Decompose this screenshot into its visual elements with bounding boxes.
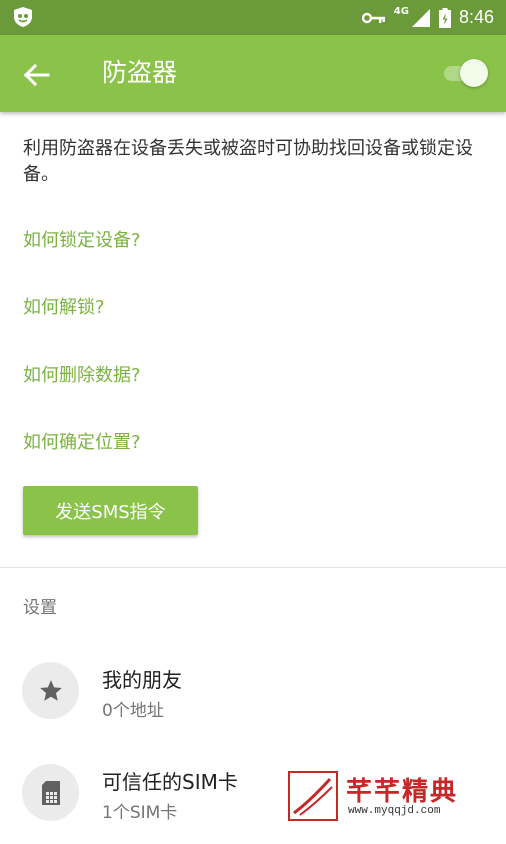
link-how-to-locate[interactable]: 如何确定位置? xyxy=(23,431,141,455)
status-icons: 4G 8:46 xyxy=(361,0,494,35)
link-how-to-wipe[interactable]: 如何删除数据? xyxy=(23,364,141,388)
toggle-thumb xyxy=(460,59,488,87)
page-title: 防盗器 xyxy=(102,58,178,87)
arrow-back-icon xyxy=(23,63,50,87)
clock: 8:46 xyxy=(458,7,494,27)
watermark-logo xyxy=(288,771,338,821)
item-title: 我的朋友 xyxy=(102,668,182,692)
sim-card-icon xyxy=(41,780,60,805)
settings-item-my-friends[interactable]: 我的朋友 0个地址 xyxy=(0,662,506,742)
item-title: 可信任的SIM卡 xyxy=(102,770,238,794)
watermark-title: 芊芊精典 xyxy=(346,777,459,807)
send-sms-command-button[interactable]: 发送SMS指令 xyxy=(23,486,198,535)
settings-section-label: 设置 xyxy=(23,598,57,618)
item-subtitle: 0个地址 xyxy=(102,701,164,721)
app-shield-icon xyxy=(14,7,32,27)
item-subtitle: 1个SIM卡 xyxy=(102,803,178,823)
status-bar: 4G 8:46 xyxy=(0,0,506,35)
network-type: 4G xyxy=(393,6,409,17)
section-divider xyxy=(0,567,506,568)
battery-icon xyxy=(438,7,451,28)
signal-icon xyxy=(411,8,430,27)
item-icon-circle xyxy=(22,764,79,821)
vpn-key-icon xyxy=(361,12,385,23)
link-how-to-lock[interactable]: 如何锁定设备? xyxy=(23,229,141,253)
back-button[interactable] xyxy=(14,53,58,97)
link-how-to-unlock[interactable]: 如何解锁? xyxy=(23,296,105,320)
watermark-url: www.myqqjd.com xyxy=(348,805,441,817)
item-icon-circle xyxy=(22,662,79,719)
anti-theft-toggle[interactable] xyxy=(442,59,490,87)
description-text: 利用防盗器在设备丢失或被盗时可协助找回设备或锁定设备。 xyxy=(23,138,473,185)
app-bar: 防盗器 xyxy=(0,35,506,112)
watermark: 芊芊精典 www.myqqjd.com xyxy=(288,771,498,823)
star-icon xyxy=(39,679,62,701)
